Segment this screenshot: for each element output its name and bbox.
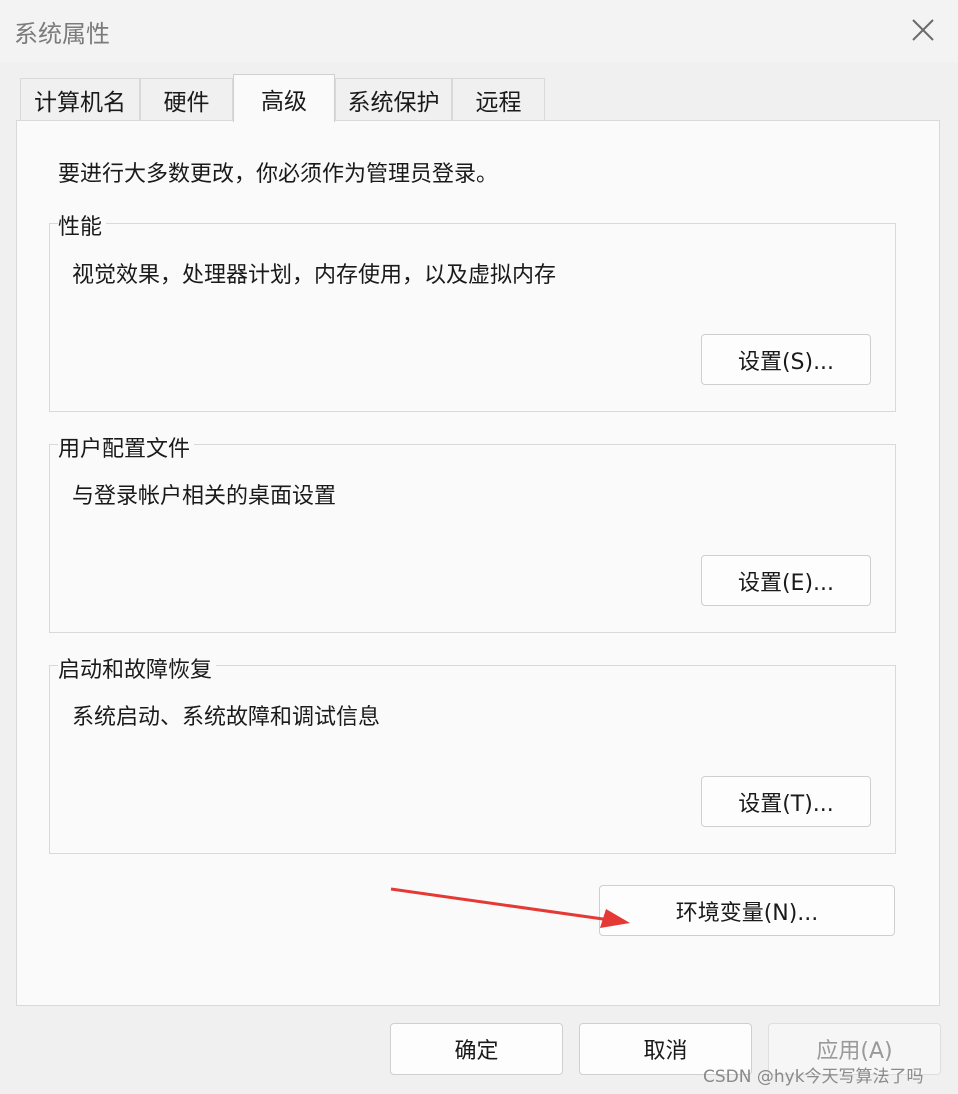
red-arrow-icon <box>390 887 630 928</box>
tab-remote[interactable]: 远程 <box>452 78 545 120</box>
startup-recovery-settings-button[interactable]: 设置(T)... <box>701 776 871 827</box>
tab-system-protection[interactable]: 系统保护 <box>335 78 452 120</box>
csdn-watermark: CSDN @hyk今天写算法了吗 <box>703 1067 924 1087</box>
group-startup-recovery-title: 启动和故障恢复 <box>58 652 217 684</box>
tab-advanced[interactable]: 高级 <box>233 74 335 122</box>
title-bar: 系统属性 <box>0 0 958 62</box>
system-properties-dialog: 系统属性 计算机名 硬件 高级 系统保护 远程 要进行大多数更改，你必须作为管理… <box>0 0 958 1094</box>
group-performance-description: 视觉效果，处理器计划，内存使用，以及虚拟内存 <box>72 263 557 288</box>
group-performance-title: 性能 <box>58 209 107 241</box>
window-title: 系统属性 <box>14 20 110 48</box>
performance-settings-button[interactable]: 设置(S)... <box>701 334 871 385</box>
admin-notice: 要进行大多数更改，你必须作为管理员登录。 <box>58 162 499 187</box>
ok-button[interactable]: 确定 <box>390 1023 563 1075</box>
close-button[interactable] <box>894 6 952 54</box>
tab-computer-name[interactable]: 计算机名 <box>20 78 140 120</box>
group-user-profiles-description: 与登录帐户相关的桌面设置 <box>72 484 337 509</box>
user-profiles-settings-button[interactable]: 设置(E)... <box>701 555 871 606</box>
tab-hardware[interactable]: 硬件 <box>140 78 233 120</box>
group-startup-recovery-description: 系统启动、系统故障和调试信息 <box>72 705 381 730</box>
environment-variables-button[interactable]: 环境变量(N)... <box>599 885 895 936</box>
group-user-profiles-title: 用户配置文件 <box>58 431 195 463</box>
close-icon <box>912 19 934 41</box>
